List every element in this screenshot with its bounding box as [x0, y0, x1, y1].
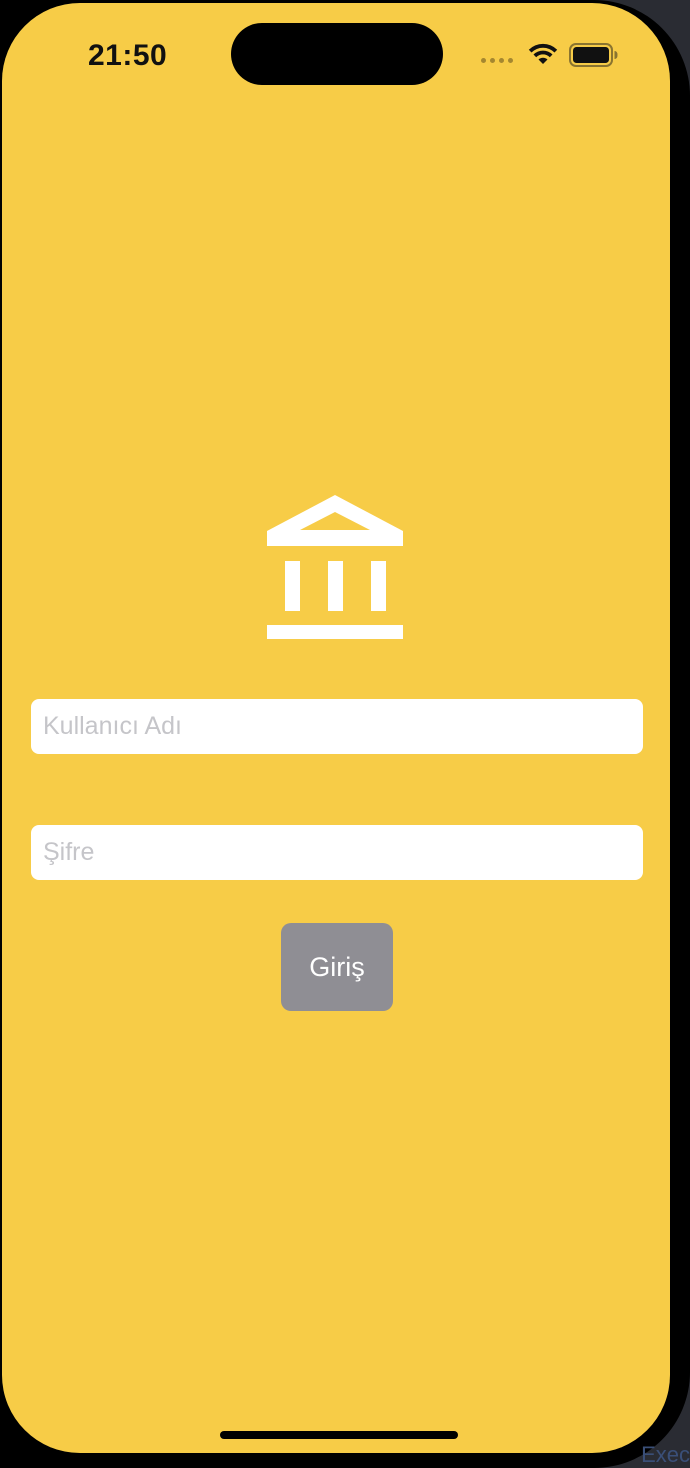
bank-icon — [267, 495, 403, 639]
username-input[interactable] — [31, 699, 643, 754]
dynamic-island — [231, 23, 443, 85]
device-frame: 21:50 Giriş — [0, 0, 690, 1468]
password-input[interactable] — [31, 825, 643, 880]
home-indicator[interactable] — [220, 1431, 458, 1439]
wifi-icon — [528, 43, 558, 64]
battery-icon — [569, 43, 618, 67]
login-button-label: Giriş — [309, 951, 365, 982]
status-time: 21:50 — [88, 39, 168, 72]
app-screen: 21:50 Giriş — [2, 3, 670, 1453]
cellular-signal-icon — [481, 58, 513, 63]
login-button[interactable]: Giriş — [281, 923, 393, 1011]
corner-label: Exec — [641, 1442, 690, 1467]
